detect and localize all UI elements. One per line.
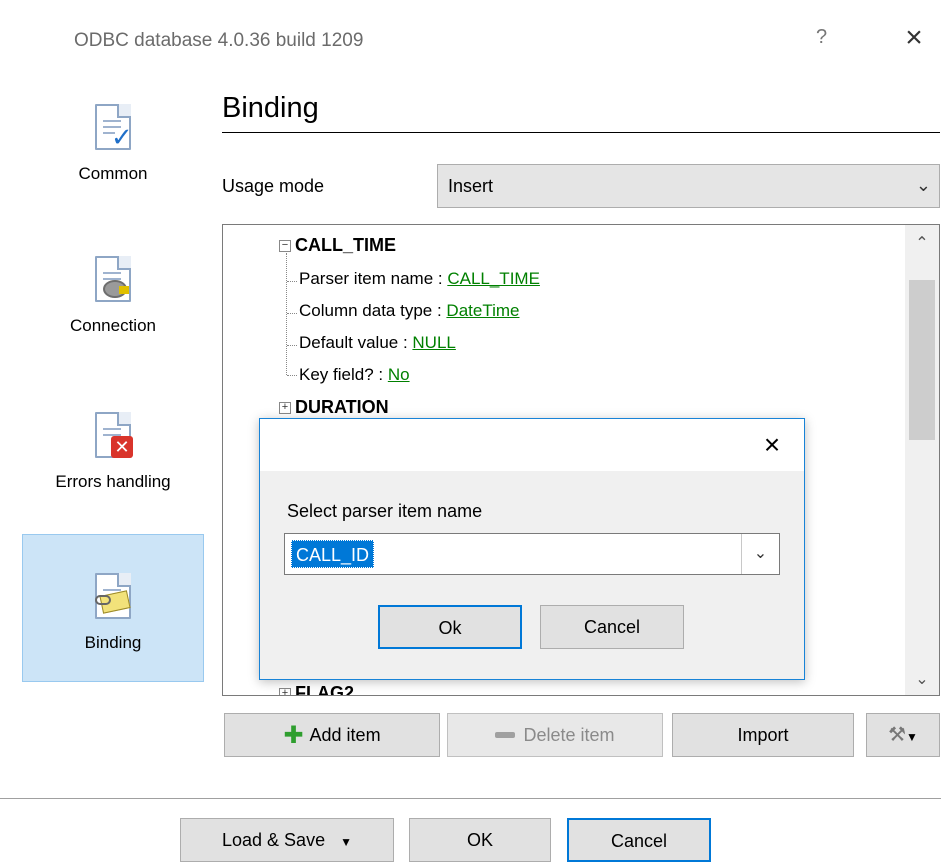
delete-item-button[interactable]: Delete item — [447, 713, 663, 757]
chevron-down-icon: ⌄ — [915, 175, 931, 195]
sidebar-item-common[interactable]: ✓ Common — [22, 94, 204, 214]
scroll-down-icon[interactable]: ⌄ — [905, 669, 939, 689]
chevron-down-icon[interactable]: ⌄ — [741, 534, 779, 574]
sidebar-nav: ✓ Common Connection ✕ Errors handling Bi… — [10, 84, 215, 784]
add-item-button[interactable]: ✚ Add item — [224, 713, 440, 757]
errors-doc-icon: ✕ — [95, 412, 133, 458]
cancel-button[interactable]: Cancel — [567, 818, 711, 862]
import-label: Import — [737, 725, 789, 745]
tools-menu-button[interactable]: ⚒▼ — [866, 713, 940, 757]
dropdown-arrow-icon: ▼ — [340, 835, 352, 849]
cancel-label: Cancel — [610, 831, 668, 851]
tree-node-call-time[interactable]: − CALL_TIME — [279, 235, 396, 256]
dialog-ok-button[interactable]: Ok — [378, 605, 522, 649]
dialog-cancel-button[interactable]: Cancel — [540, 605, 684, 649]
window-title: ODBC database 4.0.36 build 1209 — [74, 30, 364, 51]
dialog-prompt-label: Select parser item name — [287, 501, 483, 521]
usage-mode-select[interactable]: Insert ⌄ — [437, 164, 940, 208]
tree-node-label: CALL_TIME — [295, 235, 396, 255]
ok-label: OK — [466, 830, 493, 850]
scrollbar-thumb[interactable] — [909, 280, 935, 440]
tree-leaf-column-type: Column data type : DateTime — [299, 301, 520, 320]
plus-icon: ✚ — [283, 722, 304, 749]
sidebar-item-label: Binding — [84, 633, 142, 652]
connection-doc-icon — [95, 256, 131, 302]
scroll-up-icon[interactable]: ⌃ — [905, 233, 939, 253]
tree-connector — [287, 313, 297, 314]
dialog-ok-label: Ok — [438, 618, 462, 638]
tree-node-label: FLAG2 — [295, 683, 355, 696]
add-item-label: Add item — [309, 725, 381, 745]
dialog-close-button[interactable]: × — [754, 427, 790, 463]
parser-item-selected-value[interactable]: CALL_ID — [291, 540, 375, 568]
sidebar-item-binding[interactable]: Binding — [22, 534, 204, 682]
tree-node-duration[interactable]: + DURATION — [279, 397, 389, 418]
tree-node-flag2[interactable]: + FLAG2 — [279, 683, 355, 696]
close-button[interactable]: × — [896, 20, 932, 56]
tree-leaf-key-field: Key field? : No — [299, 365, 410, 384]
common-doc-icon: ✓ — [95, 104, 133, 152]
sidebar-item-connection[interactable]: Connection — [22, 246, 204, 366]
tree-connector — [287, 345, 297, 346]
dialog-cancel-label: Cancel — [583, 617, 641, 637]
default-value-link[interactable]: NULL — [412, 333, 455, 352]
expand-icon[interactable]: + — [279, 688, 291, 695]
title-bar: ODBC database 4.0.36 build 1209 ? × — [10, 0, 941, 84]
page-title: Binding — [222, 92, 319, 124]
tree-node-label: DURATION — [295, 397, 389, 417]
parser-item-combobox[interactable]: CALL_ID ⌄ — [284, 533, 780, 575]
dialog-title-bar: × — [260, 419, 804, 471]
footer-divider — [0, 798, 941, 799]
load-save-button[interactable]: Load & Save ▼ — [180, 818, 394, 862]
column-type-link[interactable]: DateTime — [446, 301, 519, 320]
binding-doc-icon — [95, 573, 131, 619]
dropdown-arrow-icon: ▼ — [906, 730, 918, 744]
sidebar-item-label: Connection — [69, 316, 156, 335]
tools-icon: ⚒ — [888, 724, 907, 746]
sidebar-item-label: Errors handling — [55, 472, 171, 491]
usage-mode-label: Usage mode — [222, 176, 325, 196]
load-save-label: Load & Save — [222, 830, 326, 850]
heading-divider — [222, 132, 940, 133]
minus-icon — [495, 732, 516, 738]
sidebar-item-label: Common — [78, 164, 148, 183]
ok-button[interactable]: OK — [409, 818, 551, 862]
expand-icon[interactable]: + — [279, 402, 291, 415]
key-field-link[interactable]: No — [388, 365, 410, 384]
tree-leaf-default-value: Default value : NULL — [299, 333, 456, 352]
collapse-icon[interactable]: − — [279, 240, 291, 253]
help-button[interactable]: ? — [816, 26, 827, 49]
import-button[interactable]: Import — [672, 713, 854, 757]
tree-scrollbar[interactable]: ⌃ ⌄ — [905, 225, 939, 695]
parser-item-link[interactable]: CALL_TIME — [447, 269, 540, 288]
usage-mode-value: Insert — [448, 176, 494, 196]
sidebar-item-errors-handling[interactable]: ✕ Errors handling — [22, 402, 204, 522]
select-parser-item-dialog: × Select parser item name CALL_ID ⌄ Ok C… — [259, 418, 805, 680]
tree-leaf-parser-item: Parser item name : CALL_TIME — [299, 269, 540, 288]
tree-connector — [287, 375, 297, 376]
tree-connector — [287, 281, 297, 282]
tree-connector — [286, 253, 287, 375]
delete-item-label: Delete item — [523, 725, 615, 745]
